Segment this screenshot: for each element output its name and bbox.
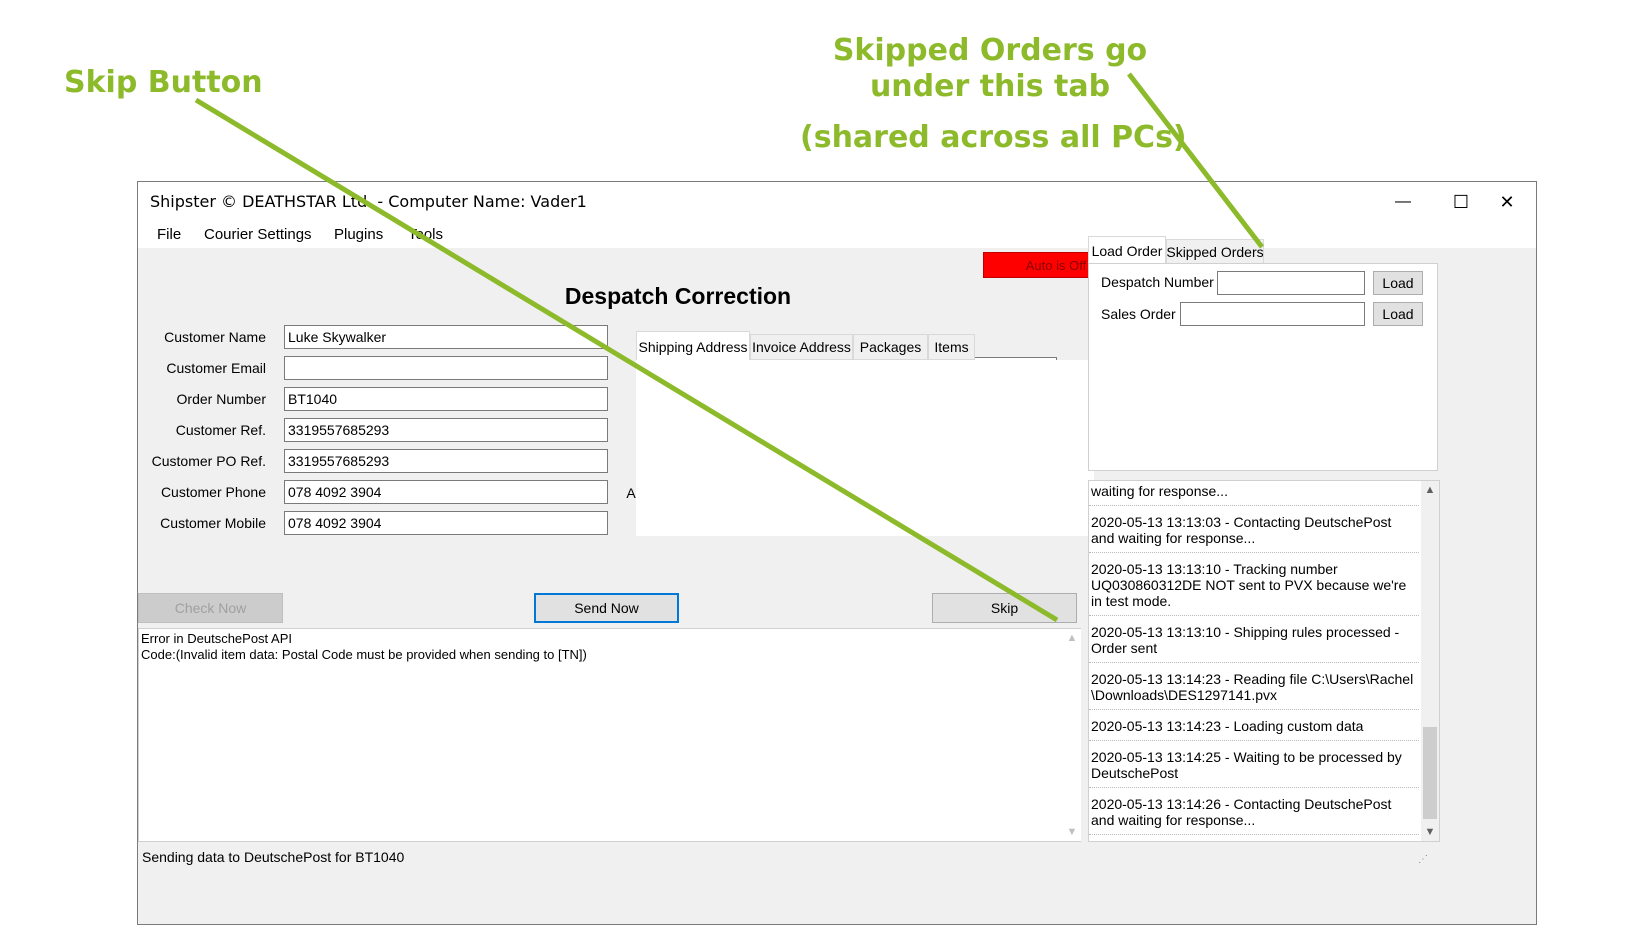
app-window: Shipster © DEATHSTAR Ltd. - Computer Nam… (137, 181, 1537, 925)
tab-load-order[interactable]: Load Order (1088, 236, 1166, 264)
customer-field-input[interactable]: BT1040 (284, 387, 608, 411)
skipped-orders-annotation-line3: (shared across all PCs) (800, 120, 1187, 155)
customer-field-label: Customer PO Ref. (151, 453, 266, 469)
skipped-orders-annotation-line2: under this tab (869, 69, 1111, 104)
despatch-number-input[interactable] (1217, 271, 1365, 295)
tab-skipped-orders[interactable]: Skipped Orders (1166, 239, 1264, 264)
activity-log-entry: 2020-05-13 13:13:10 - Tracking number UQ… (1089, 559, 1419, 616)
menu-bar: File Courier Settings Plugins Tools (138, 222, 1536, 248)
error-log-line: Error in DeutschePost API (141, 631, 293, 646)
skipped-orders-annotation-line1: Skipped Orders go (832, 33, 1148, 68)
scroll-down-icon[interactable]: ▼ (1063, 823, 1081, 841)
scroll-up-icon[interactable]: ▲ (1421, 481, 1439, 499)
activity-log-entry: 2020-05-13 13:13:10 - Shipping rules pro… (1089, 622, 1419, 663)
page-title: Despatch Correction (564, 283, 792, 309)
customer-field-label: Customer Mobile (160, 515, 266, 531)
activity-log-panel[interactable]: waiting for response... 2020-05-13 13:13:… (1088, 480, 1440, 842)
skip-button[interactable]: Skip (932, 593, 1077, 623)
load-despatch-button[interactable]: Load (1373, 271, 1423, 295)
customer-field-input[interactable]: 3319557685293 (284, 449, 608, 473)
minimize-icon[interactable]: — (1374, 182, 1432, 222)
window-title: Shipster © DEATHSTAR Ltd. - Computer Nam… (150, 192, 587, 211)
menu-tools[interactable]: Tools (408, 226, 443, 243)
menu-courier-settings[interactable]: Courier Settings (204, 226, 312, 243)
status-text: Sending data to DeutschePost for BT1040 (142, 849, 405, 865)
customer-field-input[interactable]: 078 4092 3904 (284, 511, 608, 535)
customer-field-label: Order Number (176, 391, 266, 407)
scroll-thumb[interactable] (1423, 727, 1437, 819)
customer-field-label: Customer Phone (160, 484, 266, 500)
customer-field-label: Customer Email (166, 360, 266, 376)
check-now-button[interactable]: Check Now (138, 593, 283, 623)
scroll-down-icon[interactable]: ▼ (1421, 823, 1439, 841)
send-now-button[interactable]: Send Now (534, 593, 679, 623)
customer-field-input[interactable]: 078 4092 3904 (284, 480, 608, 504)
menu-plugins[interactable]: Plugins (334, 226, 383, 243)
despatch-number-label: Despatch Number (1101, 274, 1214, 290)
sales-order-label: Sales Order (1101, 306, 1176, 322)
customer-field-input[interactable]: Luke Skywalker (284, 325, 608, 349)
activity-log-entry: 2020-05-13 13:14:23 - Reading file C:\Us… (1089, 669, 1419, 710)
status-bar: Sending data to DeutschePost for BT1040 … (138, 842, 1536, 872)
tab-items[interactable]: Items (928, 334, 975, 360)
activity-log-entry: 2020-05-13 13:14:26 - Contacting Deutsch… (1089, 794, 1419, 835)
close-icon[interactable]: ✕ (1478, 182, 1536, 222)
customer-field-label: Customer Name (164, 329, 266, 345)
error-log-line: Code:(Invalid item data: Postal Code mus… (141, 647, 587, 662)
shipping-tab-panel (636, 360, 1094, 536)
tab-packages[interactable]: Packages (853, 334, 928, 360)
resize-grip-icon[interactable]: ⋰ (1418, 854, 1428, 865)
scroll-up-icon[interactable]: ▲ (1063, 629, 1081, 647)
sales-order-input[interactable] (1180, 302, 1365, 326)
activity-log-entry: waiting for response... (1089, 481, 1419, 506)
customer-field-input[interactable]: 3319557685293 (284, 418, 608, 442)
activity-log-entry: 2020-05-13 13:14:25 - Waiting to be proc… (1089, 747, 1419, 788)
customer-field-label: Customer Ref. (175, 422, 266, 438)
activity-log-entry: 2020-05-13 13:13:03 - Contacting Deutsch… (1089, 512, 1419, 553)
customer-field-input[interactable] (284, 356, 608, 380)
error-log-scrollbar[interactable]: ▲ ▼ (1063, 629, 1081, 841)
error-log-panel[interactable]: Error in DeutschePost API Code:(Invalid … (138, 628, 1081, 842)
activity-log-entry: 2020-05-13 13:14:23 - Loading custom dat… (1089, 716, 1419, 741)
skip-button-annotation: Skip Button (64, 65, 263, 100)
tab-shipping-address[interactable]: Shipping Address (636, 331, 750, 361)
activity-log-scrollbar[interactable]: ▲ ▼ (1421, 481, 1439, 841)
load-order-panel: Despatch Number Load Sales Order Load (1088, 263, 1438, 471)
load-sales-button[interactable]: Load (1373, 302, 1423, 326)
tab-invoice-address[interactable]: Invoice Address (750, 334, 853, 360)
title-bar: Shipster © DEATHSTAR Ltd. - Computer Nam… (138, 182, 1536, 222)
menu-file[interactable]: File (157, 226, 181, 243)
